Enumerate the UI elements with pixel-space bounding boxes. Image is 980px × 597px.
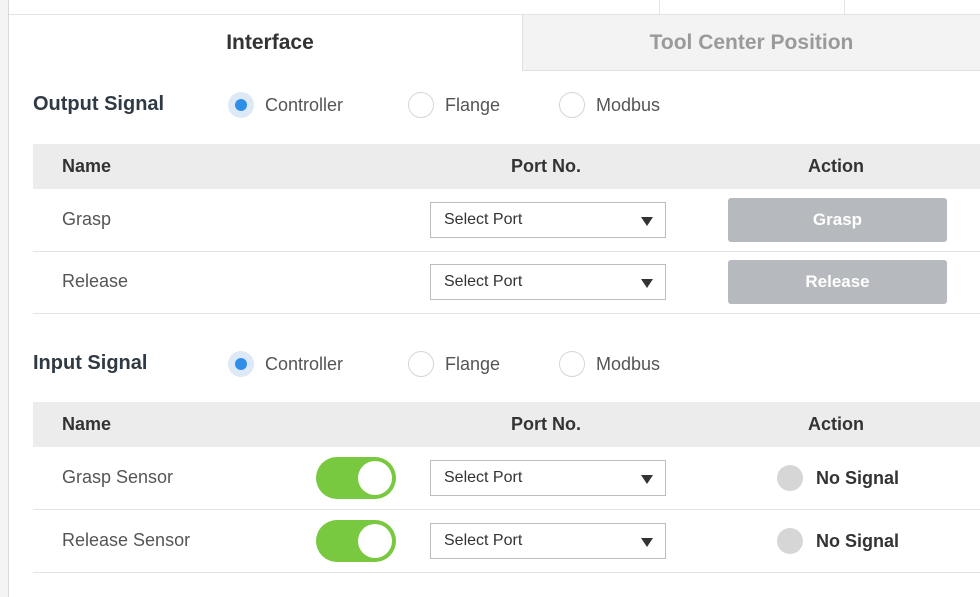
select-value: Select Port: [444, 211, 523, 228]
status-indicator-icon: [777, 465, 803, 491]
port-select[interactable]: Select Port: [430, 264, 666, 300]
status-label: No Signal: [816, 530, 900, 551]
row-name: Release: [62, 271, 129, 291]
column-header-name: Name: [62, 414, 112, 434]
window-left-edge: [0, 0, 9, 597]
select-value: Select Port: [444, 469, 523, 486]
window-top-bar: [0, 0, 980, 15]
input-radio-flange[interactable]: Flange: [408, 349, 500, 379]
output-radio-modbus[interactable]: Modbus: [559, 90, 660, 120]
status-label: No Signal: [816, 467, 900, 488]
divider: [659, 0, 660, 14]
column-header-action: Action: [808, 156, 864, 176]
column-header-port: Port No.: [511, 414, 581, 434]
caret-down-icon: [641, 475, 653, 484]
tab-interface[interactable]: Interface: [18, 15, 522, 71]
toggle-knob: [358, 524, 392, 558]
radio-label: Modbus: [596, 353, 661, 374]
row-name: Release Sensor: [62, 530, 191, 550]
output-radio-controller[interactable]: Controller: [228, 90, 343, 120]
table-row: Release Select Port Release: [33, 251, 980, 314]
release-button[interactable]: Release: [728, 260, 947, 304]
caret-down-icon: [641, 279, 653, 288]
input-signal-source-group: Controller Flange Modbus: [228, 349, 688, 379]
select-value: Select Port: [444, 273, 523, 290]
release-sensor-toggle[interactable]: [316, 520, 396, 562]
port-select[interactable]: Select Port: [430, 460, 666, 496]
tab-tool-center-position[interactable]: Tool Center Position: [522, 15, 980, 71]
table-row: Grasp Select Port Grasp: [33, 189, 980, 252]
column-header-port: Port No.: [511, 156, 581, 176]
radio-unselected-icon: [408, 92, 434, 118]
input-radio-modbus[interactable]: Modbus: [559, 349, 660, 379]
radio-selected-icon: [228, 92, 254, 118]
table-row: Grasp Sensor Select Port No Signal: [33, 447, 980, 510]
signal-status: No Signal: [777, 527, 899, 555]
table-row: Release Sensor Select Port No Signal: [33, 510, 980, 573]
row-name: Grasp: [62, 209, 112, 229]
radio-label: Flange: [445, 353, 501, 374]
input-table-header: Name Port No. Action: [33, 402, 980, 447]
radio-label: Modbus: [596, 94, 661, 115]
radio-label: Controller: [265, 94, 344, 115]
radio-label: Controller: [265, 353, 344, 374]
select-value: Select Port: [444, 532, 523, 549]
output-radio-flange[interactable]: Flange: [408, 90, 500, 120]
divider: [844, 0, 845, 14]
grasp-button[interactable]: Grasp: [728, 198, 947, 242]
output-signal-source-group: Controller Flange Modbus: [228, 90, 688, 120]
radio-unselected-icon: [559, 92, 585, 118]
output-table-header: Name Port No. Action: [33, 144, 980, 189]
toggle-knob: [358, 461, 392, 495]
signal-status: No Signal: [777, 464, 899, 492]
caret-down-icon: [641, 538, 653, 547]
port-select[interactable]: Select Port: [430, 202, 666, 238]
input-radio-controller[interactable]: Controller: [228, 349, 343, 379]
radio-unselected-icon: [559, 351, 585, 377]
caret-down-icon: [641, 217, 653, 226]
radio-unselected-icon: [408, 351, 434, 377]
input-signal-title: Input Signal: [33, 352, 148, 374]
status-indicator-icon: [777, 528, 803, 554]
output-signal-title: Output Signal: [33, 93, 165, 115]
port-select[interactable]: Select Port: [430, 523, 666, 559]
radio-selected-icon: [228, 351, 254, 377]
column-header-action: Action: [808, 414, 864, 434]
row-name: Grasp Sensor: [62, 467, 174, 487]
radio-label: Flange: [445, 94, 501, 115]
grasp-sensor-toggle[interactable]: [316, 457, 396, 499]
column-header-name: Name: [62, 156, 112, 176]
tab-bar: Interface Tool Center Position: [18, 15, 980, 71]
